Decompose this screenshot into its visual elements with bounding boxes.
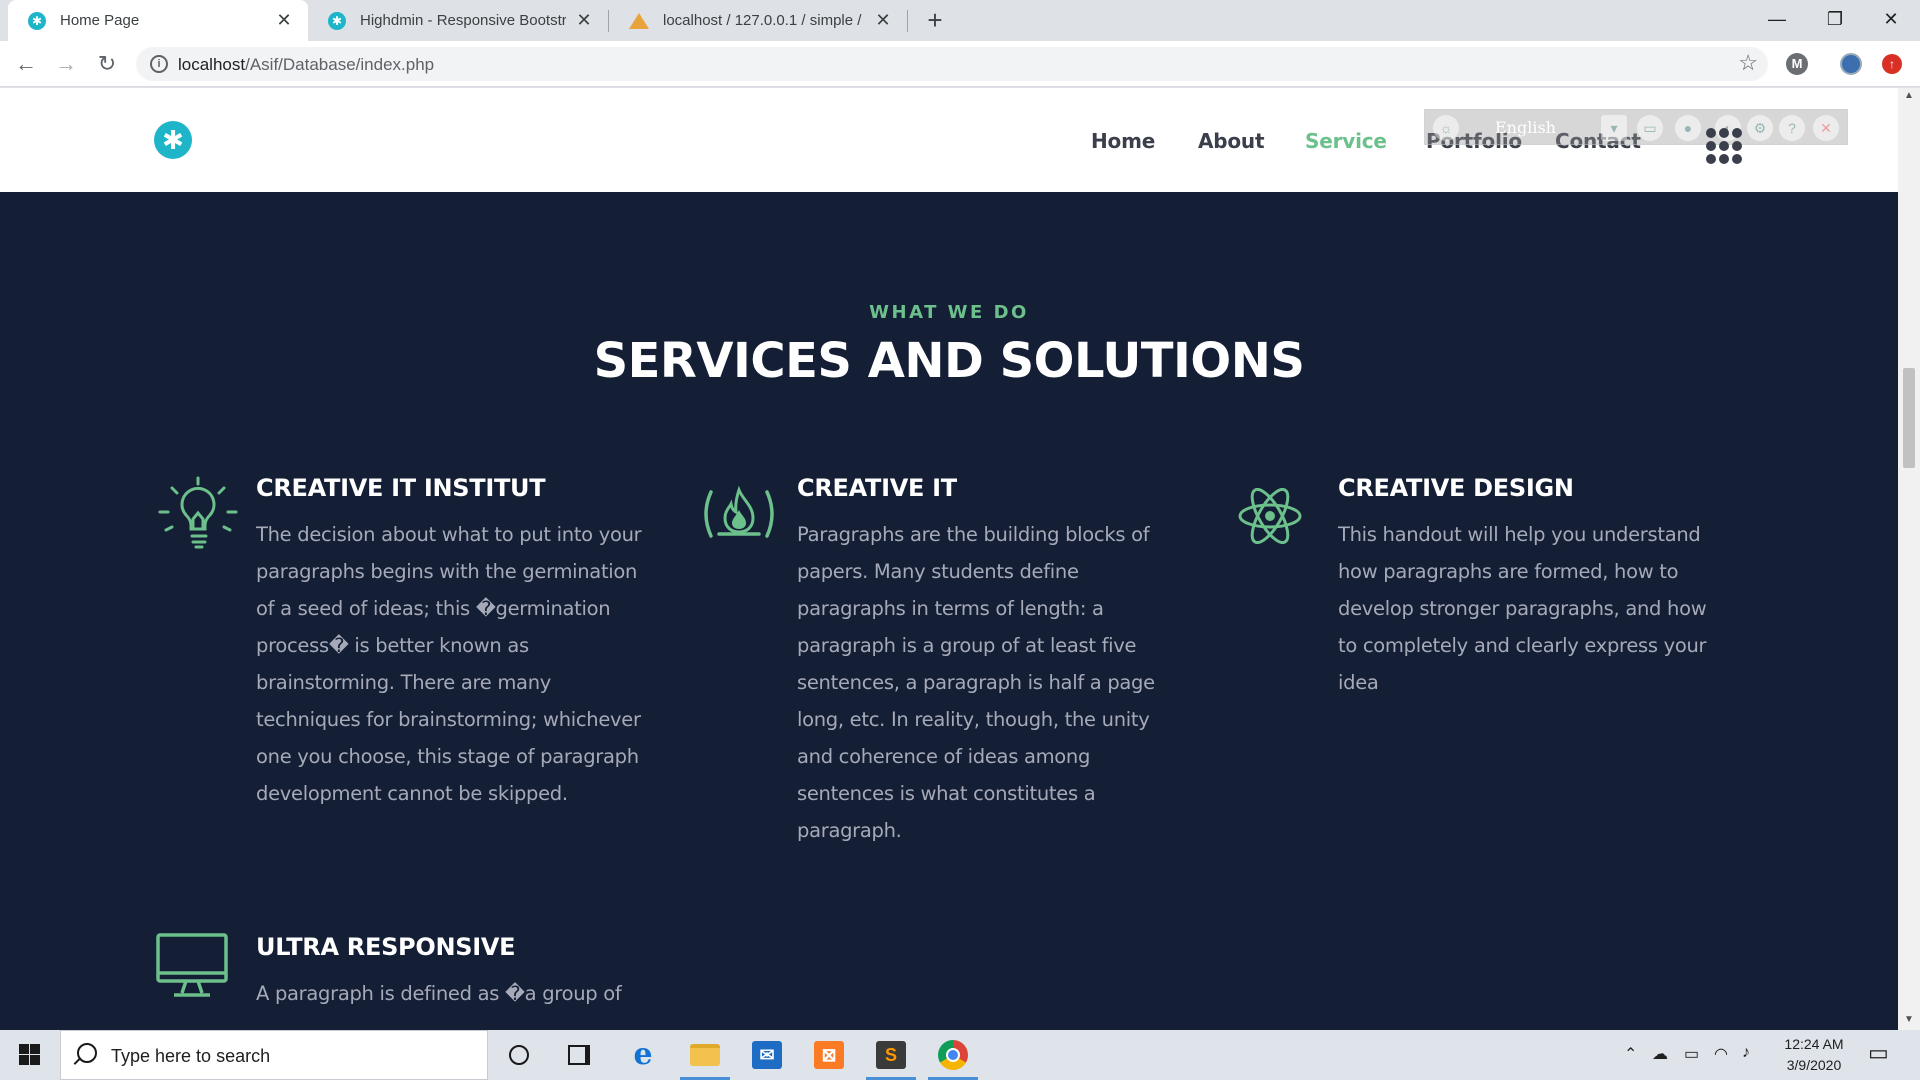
address-url: localhost/Asif/Database/index.php [178,55,434,75]
clock-date: 3/9/2020 [1786,1057,1842,1073]
search-icon [77,1043,97,1063]
extension-m-icon[interactable]: M [1786,53,1808,75]
grid-dot [1706,154,1716,164]
translate-logo-icon[interactable]: ☼ [1433,115,1459,141]
service-title: CREATIVE IT [797,474,957,502]
address-bar[interactable]: i localhost/Asif/Database/index.php ☆ [136,47,1768,81]
service-title: CREATIVE IT INSTITUT [256,474,546,502]
close-tab-icon[interactable]: ✕ [274,10,294,31]
url-host: localhost [178,55,246,74]
file-explorer-icon[interactable] [676,1030,734,1080]
update-icon[interactable]: ↑ [1882,54,1902,74]
tab-phpmyadmin[interactable]: localhost / 127.0.0.1 / simple / co ✕ [609,0,907,41]
volume-icon[interactable]: ♪ [1742,1044,1750,1062]
task-view-icon[interactable] [550,1030,608,1080]
tab-highdmin[interactable]: Highdmin - Responsive Bootstrap ✕ [308,0,608,41]
cortana-icon[interactable] [490,1030,548,1080]
tab-home-page[interactable]: Home Page ✕ [8,0,308,41]
grid-dot [1706,128,1716,138]
grid-dot [1719,154,1729,164]
url-path: /Asif/Database/index.php [245,55,435,74]
translate-page-icon[interactable]: ▭ [1637,115,1663,141]
grid-dot [1732,128,1742,138]
tab-title: Highdmin - Responsive Bootstrap [360,12,566,29]
site-favicon-icon [28,11,46,30]
section-title: SERVICES AND SOLUTIONS [593,333,1305,389]
translate-toolbar: ☼ English ▾ ▭ ● ◐ ⚙ ? ✕ [1424,109,1848,145]
nav-service[interactable]: Service [1305,129,1387,153]
section-subtitle: WHAT WE DO [869,302,1029,323]
scroll-down-arrow-icon[interactable]: ▼ [1903,1014,1915,1025]
system-clock[interactable]: 12:24 AM 3/9/2020 [1766,1034,1862,1076]
restore-icon[interactable]: ❐ [1806,0,1864,41]
tab-separator [907,10,908,32]
search-placeholder: Type here to search [111,1046,271,1066]
mail-icon[interactable]: ✉ [738,1030,796,1080]
tab-title: Home Page [60,12,140,29]
profile-avatar-icon[interactable] [1840,53,1862,75]
grid-dot [1719,128,1729,138]
page-viewport: ✱ Home About Service Portfolio Contact ☼… [0,88,1898,1030]
edge-browser-icon[interactable]: e [614,1030,672,1080]
menu-grid-icon[interactable] [1706,128,1742,164]
back-arrow-icon[interactable]: ← [10,48,42,80]
site-favicon-icon [328,11,346,30]
grid-dot [1706,141,1716,151]
clock-time: 12:24 AM [1784,1036,1844,1052]
phpmyadmin-favicon-icon [629,12,649,29]
close-tab-icon[interactable]: ✕ [873,10,893,31]
scrollbar-thumb[interactable] [1903,368,1915,468]
minimize-icon[interactable]: — [1748,0,1806,41]
grid-dot [1732,141,1742,151]
show-hidden-icons-icon[interactable]: ⌃ [1624,1044,1637,1064]
battery-icon[interactable]: ▭ [1684,1044,1699,1064]
dropdown-arrow-icon[interactable]: ▾ [1601,115,1627,141]
translate-language-select[interactable]: English [1495,118,1556,137]
settings-icon[interactable]: ⚙ [1747,115,1773,141]
lightbulb-icon [158,476,238,549]
bookmark-star-icon[interactable]: ☆ [1738,50,1758,76]
windows-start-icon[interactable] [0,1030,58,1080]
grid-dot [1719,141,1729,151]
mouse-icon[interactable]: ● [1675,115,1701,141]
monitor-icon [156,933,228,997]
page-scrollbar[interactable]: ▲ ▼ [1898,88,1920,1030]
close-tab-icon[interactable]: ✕ [574,10,594,31]
browser-tab-strip: Home Page ✕ Highdmin - Responsive Bootst… [0,0,1920,41]
close-icon[interactable]: ✕ [1813,115,1839,141]
windows-taskbar: Type here to search e ✉ ⊠ S ⌃ ☁ ▭ ◠ ♪ 12… [0,1030,1920,1080]
nav-home[interactable]: Home [1091,129,1155,153]
taskbar-search-box[interactable]: Type here to search [60,1030,488,1080]
new-tab-icon[interactable]: + [920,5,950,35]
grid-dot [1732,154,1742,164]
tab-title: localhost / 127.0.0.1 / simple / co [663,12,865,29]
service-title: CREATIVE DESIGN [1338,474,1574,502]
service-text: Paragraphs are the building blocks of pa… [797,523,1155,842]
browser-toolbar: ← → ↻ i localhost/Asif/Database/index.ph… [0,41,1920,87]
chrome-icon[interactable] [924,1030,982,1080]
close-window-icon[interactable]: ✕ [1862,0,1920,41]
service-text: This handout will help you understand ho… [1338,523,1707,694]
fire-icon [704,485,774,538]
reload-icon[interactable]: ↻ [91,48,123,80]
sublime-text-icon[interactable]: S [862,1030,920,1080]
service-text: A paragraph is defined as �a group of [256,982,622,1005]
scroll-up-arrow-icon[interactable]: ▲ [1903,90,1915,101]
service-title: ULTRA RESPONSIVE [256,933,516,961]
xampp-icon[interactable]: ⊠ [800,1030,858,1080]
site-info-icon[interactable]: i [150,55,168,73]
forward-arrow-icon[interactable]: → [50,48,82,80]
service-text: The decision about what to put into your… [256,523,642,805]
help-icon[interactable]: ? [1779,115,1805,141]
atom-icon [1238,487,1302,545]
onedrive-icon[interactable]: ☁ [1652,1044,1668,1064]
site-logo-icon[interactable]: ✱ [154,121,192,159]
notifications-icon[interactable]: ▭ [1868,1040,1889,1066]
wifi-icon[interactable]: ◠ [1714,1044,1728,1064]
nav-about[interactable]: About [1198,129,1265,153]
site-header: ✱ Home About Service Portfolio Contact ☼… [0,88,1898,192]
